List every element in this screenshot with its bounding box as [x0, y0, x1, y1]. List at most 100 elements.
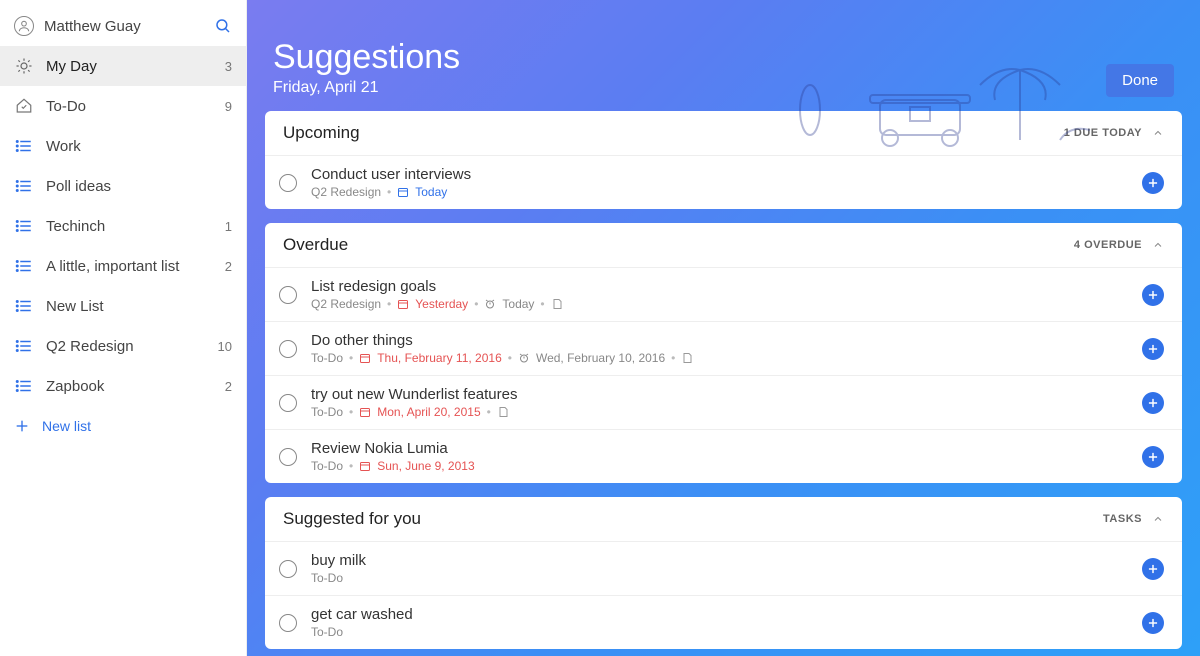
section-title: Suggested for you	[283, 509, 1103, 529]
page-header: Suggestions Friday, April 21 Done	[265, 18, 1182, 111]
task-title: List redesign goals	[311, 278, 1142, 295]
home-check-icon	[14, 96, 34, 116]
plus-icon	[14, 418, 30, 434]
task-row[interactable]: get car washed To-Do	[265, 595, 1182, 649]
new-list-label: New list	[42, 418, 91, 434]
task-row[interactable]: Do other things To-Do • Thu, February 11…	[265, 321, 1182, 375]
task-meta: Q2 Redesign • Today	[311, 185, 1142, 199]
sidebar-item-label: Techinch	[46, 218, 213, 235]
chevron-up-icon	[1152, 239, 1164, 251]
calendar-icon	[359, 460, 371, 472]
sidebar-item-label: Q2 Redesign	[46, 338, 206, 355]
sidebar-item-count: 2	[225, 259, 232, 274]
complete-checkbox[interactable]	[279, 560, 297, 578]
sidebar-item-count: 2	[225, 379, 232, 394]
done-button[interactable]: Done	[1106, 64, 1174, 97]
task-title: Conduct user interviews	[311, 166, 1142, 183]
list-icon	[14, 256, 34, 276]
alarm-icon	[518, 352, 530, 364]
task-list: Q2 Redesign	[311, 297, 381, 311]
add-to-day-button[interactable]	[1142, 612, 1164, 634]
sidebar-item-techinch[interactable]: Techinch 1	[0, 206, 246, 246]
list-icon	[14, 336, 34, 356]
sidebar-item-label: My Day	[46, 58, 213, 75]
list-icon	[14, 296, 34, 316]
complete-checkbox[interactable]	[279, 448, 297, 466]
add-to-day-button[interactable]	[1142, 338, 1164, 360]
task-reminder: Wed, February 10, 2016	[536, 351, 665, 365]
task-row[interactable]: Review Nokia Lumia To-Do • Sun, June 9, …	[265, 429, 1182, 483]
section-title: Overdue	[283, 235, 1074, 255]
list-icon	[14, 176, 34, 196]
sidebar: Matthew Guay My Day 3 To-Do 9 Work Poll …	[0, 0, 247, 656]
add-to-day-button[interactable]	[1142, 284, 1164, 306]
page-title: Suggestions	[273, 38, 460, 77]
suggested-header[interactable]: Suggested for you TASKS	[265, 497, 1182, 541]
task-row[interactable]: Conduct user interviews Q2 Redesign • To…	[265, 155, 1182, 209]
complete-checkbox[interactable]	[279, 174, 297, 192]
task-title: Do other things	[311, 332, 1142, 349]
upcoming-card: Upcoming 1 DUE TODAY Conduct user interv…	[265, 111, 1182, 209]
search-icon[interactable]	[214, 17, 232, 35]
task-due: Today	[415, 185, 447, 199]
sidebar-item-q2-redesign[interactable]: Q2 Redesign 10	[0, 326, 246, 366]
task-meta: To-Do • Mon, April 20, 2015 •	[311, 405, 1142, 419]
list-icon	[14, 376, 34, 396]
alarm-icon	[484, 298, 496, 310]
task-title: try out new Wunderlist features	[311, 386, 1142, 403]
overdue-card: Overdue 4 OVERDUE List redesign goals Q2…	[265, 223, 1182, 483]
sidebar-item-my-day[interactable]: My Day 3	[0, 46, 246, 86]
sidebar-item-zapbook[interactable]: Zapbook 2	[0, 366, 246, 406]
user-name: Matthew Guay	[44, 18, 204, 35]
task-title: buy milk	[311, 552, 1142, 569]
task-due: Mon, April 20, 2015	[377, 405, 480, 419]
task-list: To-Do	[311, 625, 343, 639]
sidebar-item-count: 9	[225, 99, 232, 114]
user-avatar-icon	[14, 16, 34, 36]
upcoming-header[interactable]: Upcoming 1 DUE TODAY	[265, 111, 1182, 155]
task-row[interactable]: try out new Wunderlist features To-Do • …	[265, 375, 1182, 429]
add-to-day-button[interactable]	[1142, 172, 1164, 194]
complete-checkbox[interactable]	[279, 286, 297, 304]
task-reminder: Today	[502, 297, 534, 311]
sidebar-item-a-little-important[interactable]: A little, important list 2	[0, 246, 246, 286]
sidebar-item-label: Zapbook	[46, 378, 213, 395]
chevron-up-icon	[1152, 127, 1164, 139]
list-icon	[14, 136, 34, 156]
task-row[interactable]: buy milk To-Do	[265, 541, 1182, 595]
note-icon	[497, 406, 509, 418]
sidebar-item-poll-ideas[interactable]: Poll ideas	[0, 166, 246, 206]
task-row[interactable]: List redesign goals Q2 Redesign • Yester…	[265, 267, 1182, 321]
task-list: To-Do	[311, 405, 343, 419]
task-list: To-Do	[311, 459, 343, 473]
add-to-day-button[interactable]	[1142, 392, 1164, 414]
sidebar-item-count: 1	[225, 219, 232, 234]
main-panel: Suggestions Friday, April 21 Done Upcomi…	[247, 0, 1200, 656]
task-due: Sun, June 9, 2013	[377, 459, 474, 473]
add-to-day-button[interactable]	[1142, 558, 1164, 580]
task-list: Q2 Redesign	[311, 185, 381, 199]
user-row[interactable]: Matthew Guay	[0, 6, 246, 46]
complete-checkbox[interactable]	[279, 394, 297, 412]
task-list: To-Do	[311, 571, 343, 585]
new-list-button[interactable]: New list	[0, 406, 246, 446]
complete-checkbox[interactable]	[279, 340, 297, 358]
section-title: Upcoming	[283, 123, 1064, 143]
complete-checkbox[interactable]	[279, 614, 297, 632]
sidebar-item-label: Work	[46, 138, 220, 155]
sidebar-item-label: To-Do	[46, 98, 213, 115]
list-icon	[14, 216, 34, 236]
chevron-up-icon	[1152, 513, 1164, 525]
sidebar-item-count: 10	[218, 339, 232, 354]
overdue-header[interactable]: Overdue 4 OVERDUE	[265, 223, 1182, 267]
sidebar-item-work[interactable]: Work	[0, 126, 246, 166]
task-due: Thu, February 11, 2016	[377, 351, 502, 365]
task-meta: To-Do • Thu, February 11, 2016 • Wed, Fe…	[311, 351, 1142, 365]
add-to-day-button[interactable]	[1142, 446, 1164, 468]
calendar-icon	[397, 298, 409, 310]
sidebar-item-new-list[interactable]: New List	[0, 286, 246, 326]
calendar-icon	[397, 186, 409, 198]
task-meta: To-Do • Sun, June 9, 2013	[311, 459, 1142, 473]
sidebar-item-todo[interactable]: To-Do 9	[0, 86, 246, 126]
calendar-icon	[359, 406, 371, 418]
